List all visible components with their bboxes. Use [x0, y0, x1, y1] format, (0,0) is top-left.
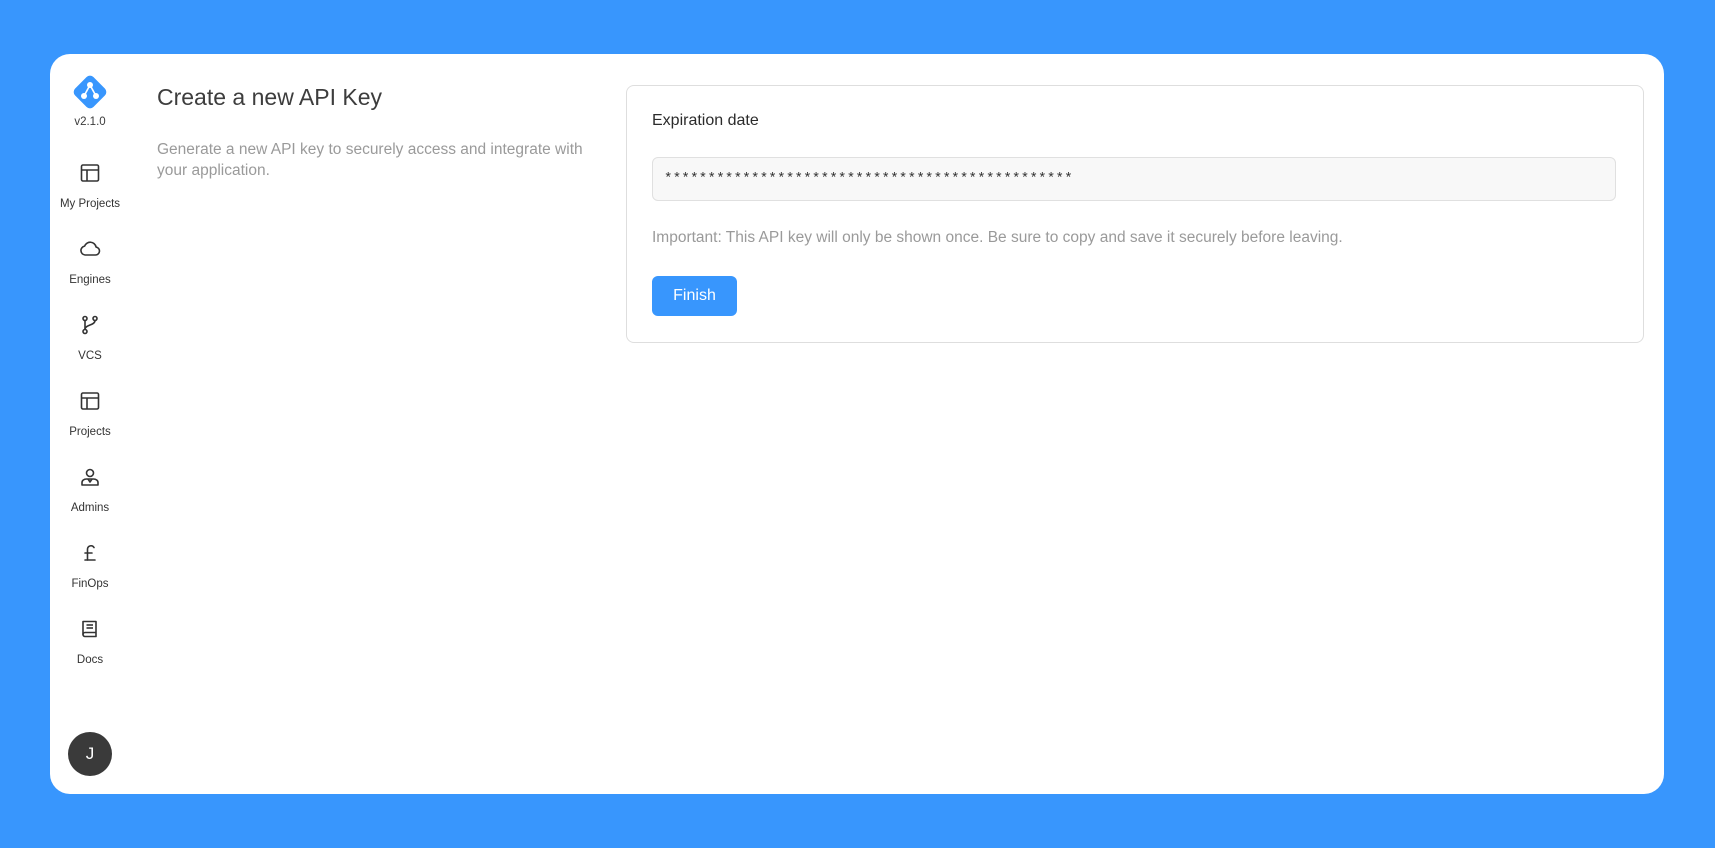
sidebar-item-finops[interactable]: FinOps — [50, 541, 130, 611]
user-avatar[interactable]: J — [68, 732, 112, 776]
admin-user-icon — [78, 465, 102, 489]
sidebar-item-label: VCS — [78, 350, 102, 362]
sidebar-item-label: Projects — [69, 426, 111, 438]
sidebar-item-label: My Projects — [59, 198, 121, 210]
page-title: Create a new API Key — [157, 84, 383, 110]
app-window: v2.1.0 My Projects Engines VCS Projects … — [50, 54, 1664, 794]
sidebar-item-admins[interactable]: Admins — [50, 465, 130, 535]
expiration-date-label: Expiration date — [652, 112, 759, 129]
api-key-card: Expiration date Important: This API key … — [626, 85, 1644, 343]
book-icon — [78, 617, 102, 641]
important-note: Important: This API key will only be sho… — [652, 229, 1343, 246]
app-logo-icon[interactable] — [70, 72, 110, 112]
sidebar-item-label: Engines — [69, 274, 111, 286]
app-version: v2.1.0 — [74, 116, 106, 128]
layout-icon — [78, 389, 102, 413]
finish-button[interactable]: Finish — [652, 276, 737, 316]
sidebar-item-label: Admins — [70, 502, 110, 514]
page-description: Generate a new API key to securely acces… — [157, 141, 583, 179]
cloud-icon — [78, 237, 102, 261]
sidebar-item-projects[interactable]: Projects — [50, 389, 130, 459]
sidebar-item-docs[interactable]: Docs — [50, 617, 130, 687]
layout-icon — [78, 161, 102, 185]
sidebar-item-label: Docs — [76, 654, 104, 666]
pound-icon — [78, 541, 102, 565]
sidebar-item-my-projects[interactable]: My Projects — [50, 161, 130, 231]
sidebar-item-vcs[interactable]: VCS — [50, 313, 130, 383]
sidebar-item-label: FinOps — [71, 578, 109, 590]
sidebar: v2.1.0 My Projects Engines VCS Projects … — [50, 54, 130, 794]
git-branch-icon — [78, 313, 102, 337]
sidebar-item-engines[interactable]: Engines — [50, 237, 130, 307]
api-key-field[interactable] — [652, 157, 1616, 201]
